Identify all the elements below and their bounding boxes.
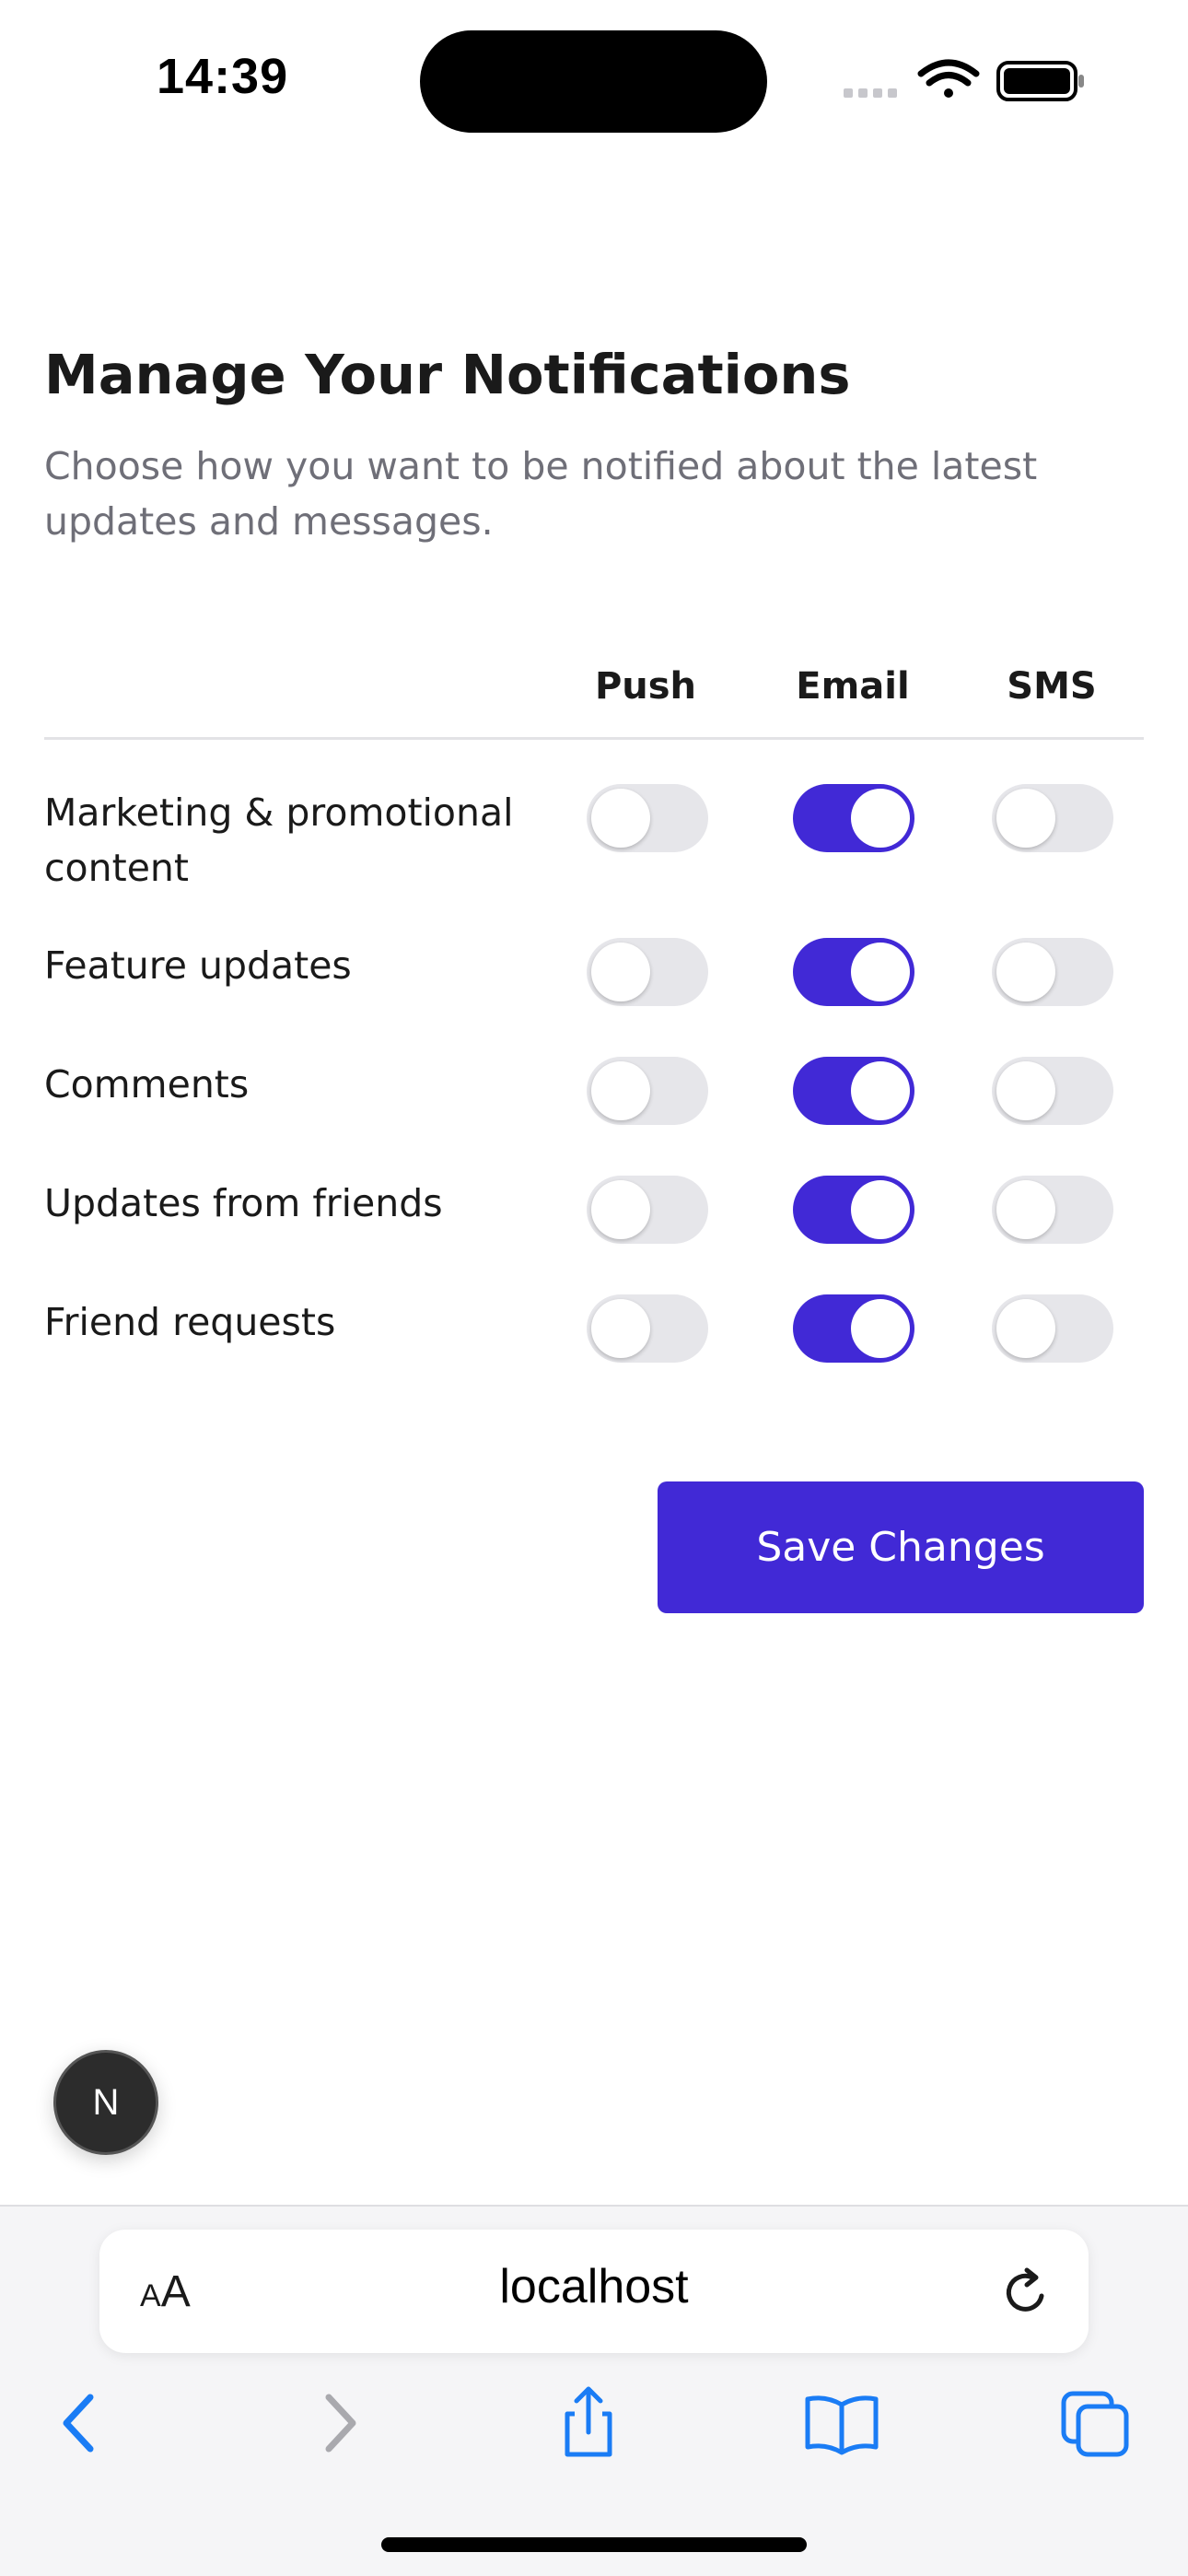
- toggle-feature-updates-push[interactable]: [587, 938, 708, 1006]
- reload-icon[interactable]: [999, 2265, 1054, 2320]
- row-label-feature-updates: Feature updates: [44, 943, 352, 988]
- row-label-friend-updates: Updates from friends: [44, 1181, 443, 1225]
- toggle-knob: [996, 1180, 1055, 1239]
- toggle-marketing-sms[interactable]: [992, 784, 1113, 852]
- toggle-comments-email[interactable]: [793, 1057, 914, 1125]
- toggle-marketing-email[interactable]: [793, 784, 914, 852]
- toggle-comments-sms[interactable]: [992, 1057, 1113, 1125]
- toggle-marketing-push[interactable]: [587, 784, 708, 852]
- toggle-knob: [851, 789, 910, 848]
- url-text[interactable]: localhost: [410, 2259, 778, 2314]
- toggle-knob: [591, 1061, 650, 1120]
- toggle-knob: [996, 1299, 1055, 1358]
- row-label-friend-requests: Friend requests: [44, 1300, 336, 1344]
- aa-big-glyph: A: [160, 2267, 191, 2316]
- page-title: Manage Your Notifications: [44, 343, 851, 406]
- screen: 14:39 Manage Your Notifications Choose h…: [0, 0, 1188, 2576]
- toggle-comments-push[interactable]: [587, 1057, 708, 1125]
- toggle-friend-updates-push[interactable]: [587, 1176, 708, 1244]
- toggle-knob: [851, 943, 910, 1001]
- header-divider: [44, 737, 1144, 740]
- toggle-knob: [996, 1061, 1055, 1120]
- toggle-knob: [851, 1299, 910, 1358]
- toggle-knob: [591, 789, 650, 848]
- dev-tools-badge[interactable]: N: [53, 2050, 158, 2155]
- page-subtitle: Choose how you want to be notified about…: [44, 444, 1038, 544]
- toggle-friend-requests-sms[interactable]: [992, 1294, 1113, 1363]
- column-header-sms: SMS: [1007, 665, 1097, 708]
- battery-icon: [996, 61, 1084, 101]
- signal-icon: [844, 88, 897, 98]
- column-header-email: Email: [796, 665, 910, 708]
- row-label-marketing: Marketing & promotional content: [44, 790, 514, 890]
- toggle-knob: [591, 943, 650, 1001]
- wifi-icon: [917, 59, 980, 98]
- bookmarks-icon[interactable]: [800, 2386, 883, 2460]
- toggle-feature-updates-sms[interactable]: [992, 938, 1113, 1006]
- toggle-friend-requests-email[interactable]: [793, 1294, 914, 1363]
- toggle-friend-requests-push[interactable]: [587, 1294, 708, 1363]
- toggle-knob: [851, 1180, 910, 1239]
- dynamic-island: [420, 30, 767, 133]
- home-indicator: [381, 2537, 807, 2552]
- toggle-knob: [996, 789, 1055, 848]
- save-changes-button[interactable]: Save Changes: [658, 1481, 1144, 1613]
- toggle-feature-updates-email[interactable]: [793, 938, 914, 1006]
- status-time: 14:39: [157, 49, 289, 104]
- reader-settings-button[interactable]: AA: [140, 2266, 191, 2317]
- forward-arrow-icon[interactable]: [297, 2386, 380, 2460]
- toggle-knob: [996, 943, 1055, 1001]
- aa-small-glyph: A: [140, 2278, 161, 2313]
- toggle-knob: [851, 1061, 910, 1120]
- toggle-knob: [591, 1180, 650, 1239]
- toggle-knob: [591, 1299, 650, 1358]
- share-icon[interactable]: [547, 2386, 630, 2460]
- toggle-friend-updates-sms[interactable]: [992, 1176, 1113, 1244]
- row-label-comments: Comments: [44, 1062, 250, 1107]
- tabs-icon[interactable]: [1054, 2386, 1137, 2460]
- column-header-push: Push: [594, 665, 697, 708]
- back-arrow-icon[interactable]: [39, 2386, 122, 2460]
- toggle-friend-updates-email[interactable]: [793, 1176, 914, 1244]
- status-icons: [844, 59, 1084, 101]
